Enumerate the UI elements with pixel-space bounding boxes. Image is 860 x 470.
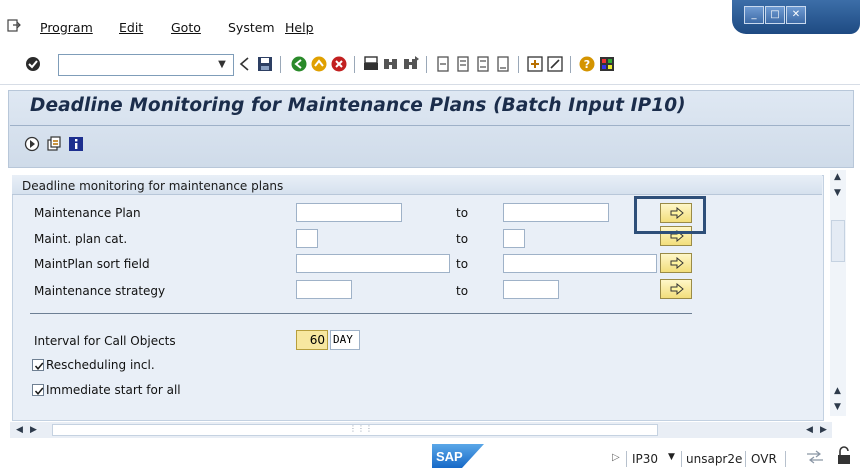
scroll-left-icon[interactable]: ◀ — [16, 425, 23, 435]
maintenance-plan-to-label: to — [456, 206, 469, 220]
vertical-scrollbar[interactable] — [830, 170, 846, 416]
page-title: Deadline Monitoring for Maintenance Plan… — [30, 95, 686, 116]
menu-goto[interactable]: Goto — [171, 20, 201, 35]
rescheduling-label: Rescheduling incl. — [46, 358, 155, 372]
scroll-left-right-end-icon[interactable]: ◀ — [806, 425, 813, 435]
find-next-icon[interactable] — [402, 55, 420, 73]
find-icon[interactable] — [382, 55, 400, 73]
sap-logo-icon: SAP — [432, 444, 484, 468]
exit-icon[interactable] — [310, 55, 328, 73]
last-page-icon[interactable] — [494, 55, 512, 73]
scroll-right-icon[interactable]: ▶ — [30, 425, 37, 435]
maintenance-plan-to-field[interactable] — [503, 203, 609, 222]
close-button[interactable]: ✕ — [786, 6, 806, 24]
lock-icon — [838, 446, 850, 464]
maintenance-strategy-multiple-selection-button[interactable] — [660, 279, 692, 299]
arrow-right-icon — [670, 283, 684, 295]
maintenance-strategy-to-field[interactable] — [503, 280, 559, 299]
next-page-icon[interactable] — [474, 55, 492, 73]
arrow-right-icon — [670, 257, 684, 269]
first-page-icon[interactable] — [434, 55, 452, 73]
interval-unit-field[interactable]: DAY — [330, 330, 360, 350]
shortcut-icon[interactable] — [546, 55, 564, 73]
help-icon[interactable]: ? — [578, 55, 596, 73]
immediate-start-label: Immediate start for all — [46, 383, 181, 397]
execute-icon[interactable] — [24, 136, 40, 152]
window-controls: _ □ ✕ — [732, 0, 860, 34]
status-server: unsapr2e — [686, 452, 743, 466]
scroll-up-bottom-icon[interactable]: ▲ — [834, 386, 841, 396]
status-expand-icon[interactable]: ▷ — [612, 452, 620, 463]
customize-layout-icon[interactable] — [598, 55, 616, 73]
maint-plan-cat-label: Maint. plan cat. — [34, 232, 128, 246]
maintenance-plan-label: Maintenance Plan — [34, 206, 141, 220]
immediate-start-checkbox[interactable] — [32, 384, 44, 396]
status-dropdown-icon[interactable]: ▼ — [668, 452, 675, 462]
previous-page-icon[interactable] — [454, 55, 472, 73]
scroll-up-icon[interactable]: ▲ — [834, 172, 841, 182]
checkmark-icon — [34, 362, 44, 370]
get-variant-icon[interactable] — [46, 136, 62, 152]
maintenance-strategy-from-field[interactable] — [296, 280, 352, 299]
svg-text:SAP: SAP — [436, 449, 463, 464]
status-transaction: IP30 — [632, 452, 659, 466]
menu-exit-icon[interactable] — [7, 19, 21, 32]
menu-program[interactable]: Program — [40, 20, 93, 35]
maintenance-plan-from-field[interactable] — [296, 203, 402, 222]
interval-label: Interval for Call Objects — [34, 334, 176, 348]
maintplan-sort-field-to-field[interactable] — [503, 254, 657, 273]
connection-icon — [807, 450, 823, 464]
info-icon[interactable] — [68, 136, 84, 152]
maintenance-strategy-label: Maintenance strategy — [34, 284, 166, 298]
group-title: Deadline monitoring for maintenance plan… — [22, 179, 284, 193]
maintplan-sort-field-multiple-selection-button[interactable] — [660, 253, 692, 273]
cancel-icon[interactable] — [330, 55, 348, 73]
maintplan-sort-field-from-field[interactable] — [296, 254, 450, 273]
menu-system[interactable]: System — [228, 20, 275, 35]
title-divider — [10, 125, 850, 126]
rescheduling-checkbox[interactable] — [32, 359, 44, 371]
menu-edit[interactable]: Edit — [119, 20, 143, 35]
interval-value-field[interactable]: 60 — [296, 330, 328, 350]
scroll-down-bottom-icon[interactable]: ▼ — [834, 402, 841, 412]
scroll-down-icon[interactable]: ▼ — [834, 188, 841, 198]
checkmark-icon — [34, 387, 44, 395]
back-arrow-icon[interactable] — [236, 55, 254, 73]
maximize-button[interactable]: □ — [765, 6, 785, 24]
maintenance-strategy-to-label: to — [456, 284, 469, 298]
back-green-icon[interactable] — [290, 55, 308, 73]
maintplan-sort-field-to-label: to — [456, 257, 469, 271]
menu-help[interactable]: Help — [285, 20, 314, 35]
maint-plan-cat-from-field[interactable] — [296, 229, 318, 248]
maint-plan-cat-to-field[interactable] — [503, 229, 525, 248]
enter-icon[interactable] — [24, 55, 42, 73]
minimize-button[interactable]: _ — [744, 6, 764, 24]
create-session-icon[interactable] — [526, 55, 544, 73]
scroll-grip-icon: ⋮⋮⋮ — [349, 424, 373, 433]
command-dropdown-icon[interactable]: ▼ — [213, 55, 231, 75]
status-mode[interactable]: OVR — [751, 452, 777, 466]
command-field[interactable] — [58, 54, 234, 76]
maintplan-sort-field-label: MaintPlan sort field — [34, 257, 150, 271]
scroll-right-right-end-icon[interactable]: ▶ — [820, 425, 827, 435]
vertical-scroll-thumb[interactable] — [831, 220, 845, 262]
maint-plan-cat-to-label: to — [456, 232, 469, 246]
svg-text:?: ? — [584, 58, 590, 71]
highlight-box — [634, 196, 706, 234]
print-icon[interactable] — [362, 55, 380, 73]
section-divider — [30, 313, 692, 314]
save-icon[interactable] — [256, 55, 274, 73]
